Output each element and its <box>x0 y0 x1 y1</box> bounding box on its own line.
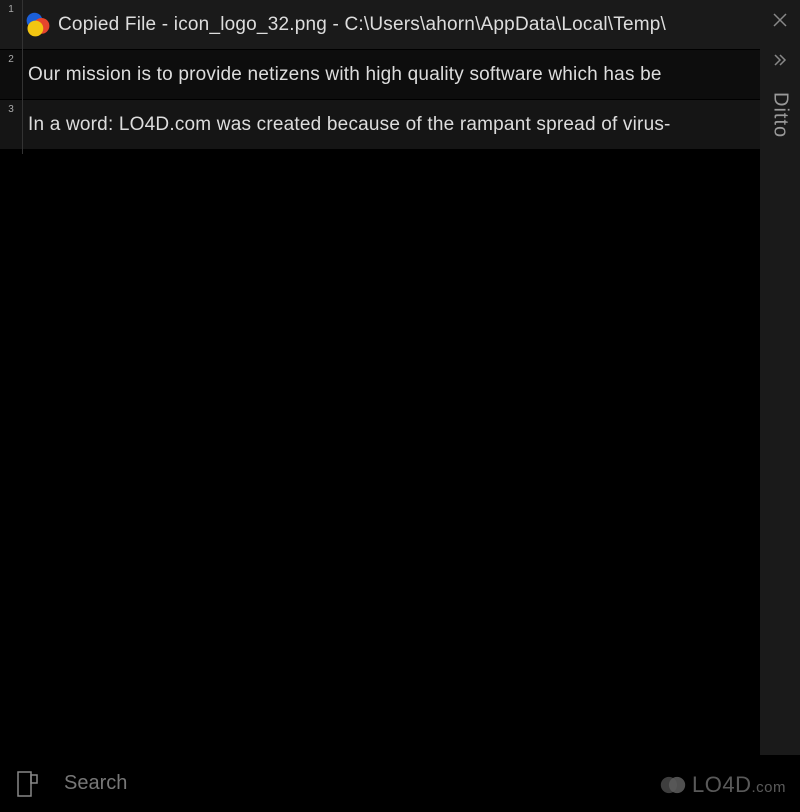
clip-text: Copied File - icon_logo_32.png - C:\User… <box>58 14 760 36</box>
clip-item[interactable]: 1 Copied File - icon_logo_32.png - C:\Us… <box>0 0 760 50</box>
chevron-double-right-icon <box>772 52 788 68</box>
app-title-vertical: Ditto <box>769 92 792 138</box>
search-input[interactable] <box>46 772 790 795</box>
close-icon <box>772 12 788 28</box>
side-panel: Ditto <box>760 0 800 755</box>
clip-list: 1 Copied File - icon_logo_32.png - C:\Us… <box>0 0 760 150</box>
clip-index: 1 <box>0 0 22 15</box>
clip-index: 3 <box>0 100 22 115</box>
filter-button[interactable] <box>10 766 46 802</box>
clipboard-list-area: 1 Copied File - icon_logo_32.png - C:\Us… <box>0 0 760 755</box>
expand-button[interactable] <box>760 40 800 80</box>
file-icon <box>22 9 54 41</box>
bottom-bar <box>0 755 800 812</box>
clip-text: Our mission is to provide netizens with … <box>22 64 760 86</box>
index-divider <box>22 0 23 154</box>
clip-item[interactable]: 2 Our mission is to provide netizens wit… <box>0 50 760 100</box>
close-button[interactable] <box>760 0 800 40</box>
clip-index: 2 <box>0 50 22 65</box>
filter-icon <box>17 771 39 797</box>
clip-item[interactable]: 3 In a word: LO4D.com was created becaus… <box>0 100 760 150</box>
clip-text: In a word: LO4D.com was created because … <box>22 114 760 136</box>
